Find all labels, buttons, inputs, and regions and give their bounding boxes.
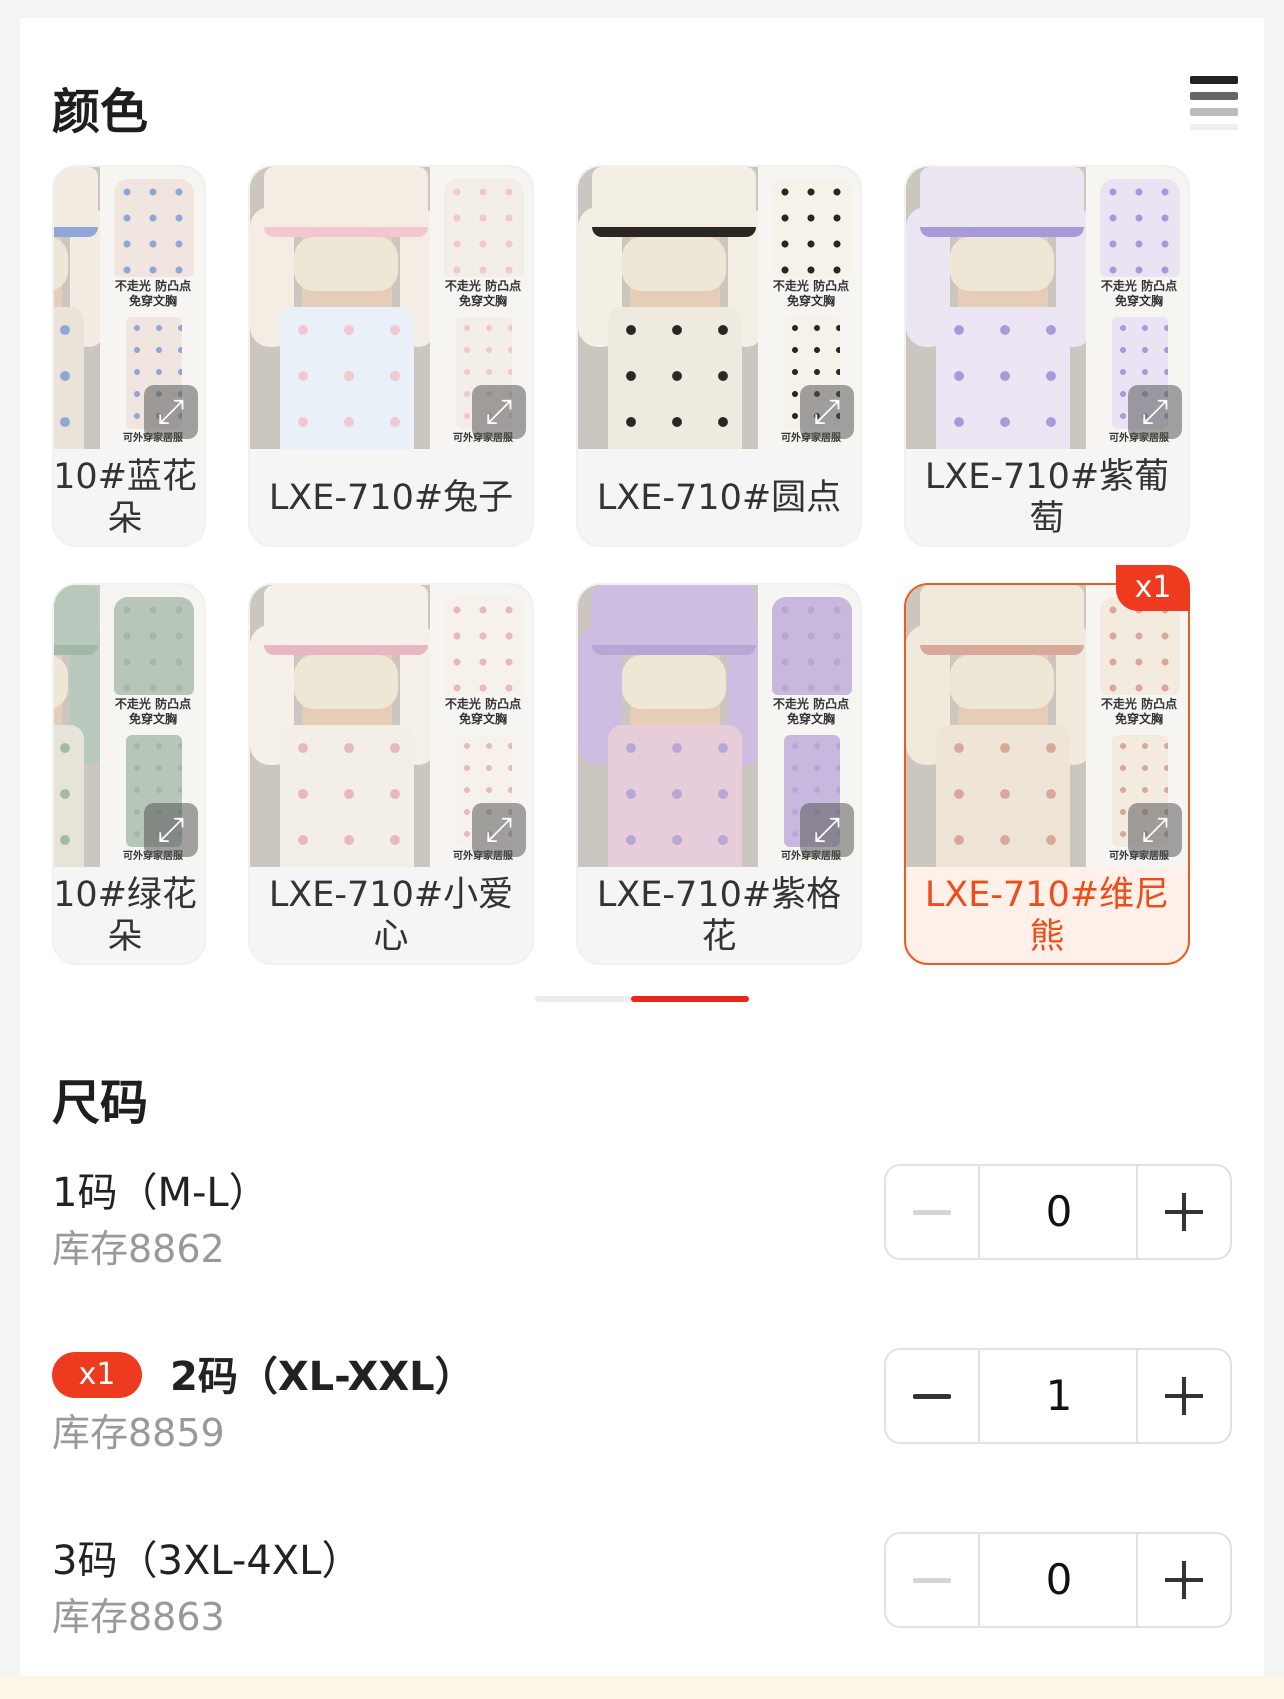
product-image: 不走光 防凸点免穿文胸可外穿家居服⤢: [578, 167, 860, 449]
size-section-title: 尺码: [52, 1075, 149, 1131]
feature-tag: 不走光 防凸点 免穿文胸: [1100, 279, 1178, 308]
expand-icon[interactable]: ⤢: [800, 385, 854, 439]
minus-icon: [913, 1577, 951, 1583]
product-image: 不走光 防凸点免穿文胸可外穿家居服⤢: [906, 585, 1188, 867]
quantity-stepper: 0: [884, 1164, 1232, 1260]
color-option-card[interactable]: 不走光 防凸点免穿文胸可外穿家居服⤢LXE-710#紫葡萄: [904, 165, 1190, 547]
feature-tag: 不走光 防凸点 免穿文胸: [114, 279, 192, 308]
feature-tag: 不走光 防凸点 免穿文胸: [114, 697, 192, 726]
size-row: 1码（M-L） 库存8862 0: [52, 1160, 1232, 1280]
feature-tag: 不走光 防凸点 免穿文胸: [444, 697, 522, 726]
quantity-stepper: 0: [884, 1532, 1232, 1628]
plus-icon: [1165, 1377, 1203, 1415]
expand-icon[interactable]: ⤢: [144, 803, 198, 857]
expand-icon[interactable]: ⤢: [144, 385, 198, 439]
product-image: 不走光 防凸点免穿文胸可外穿家居服⤢: [54, 167, 204, 449]
size-name: 2码（XL-XXL）: [170, 1354, 475, 1400]
model-photo: [906, 585, 1092, 867]
feature-tag: 不走光 防凸点 免穿文胸: [444, 279, 522, 308]
model-photo: [578, 167, 764, 449]
minus-icon: [913, 1393, 951, 1399]
product-image: 不走光 防凸点免穿文胸可外穿家居服⤢: [250, 167, 532, 449]
color-option-label: LXE-710#圆点: [596, 478, 842, 518]
increase-button[interactable]: [1136, 1166, 1230, 1258]
decrease-button[interactable]: [886, 1534, 980, 1626]
feature-tag: 不走光 防凸点 免穿文胸: [772, 697, 850, 726]
stock-text: 库存8862: [52, 1227, 225, 1271]
quantity-value[interactable]: 1: [980, 1350, 1138, 1442]
product-image: 不走光 防凸点免穿文胸可外穿家居服⤢: [54, 585, 204, 867]
quantity-value[interactable]: 0: [980, 1534, 1138, 1626]
feature-tag: 不走光 防凸点 免穿文胸: [772, 279, 850, 308]
selected-count-badge: x1: [52, 1352, 142, 1398]
color-option-label: LXE-710#兔子: [268, 478, 514, 518]
expand-icon[interactable]: ⤢: [472, 803, 526, 857]
carousel-scroll-indicator: [535, 996, 749, 1002]
increase-button[interactable]: [1136, 1534, 1230, 1626]
model-photo: [578, 585, 764, 867]
model-photo: [54, 585, 106, 867]
expand-icon[interactable]: ⤢: [472, 385, 526, 439]
model-photo: [250, 585, 436, 867]
list-view-icon[interactable]: [1190, 76, 1240, 130]
product-image: 不走光 防凸点免穿文胸可外穿家居服⤢: [578, 585, 860, 867]
selected-count-badge: x1: [1116, 565, 1190, 611]
color-option-label: 10#蓝花朵: [53, 457, 197, 539]
size-row: x1 2码（XL-XXL） 库存8859 1: [52, 1344, 1232, 1464]
plus-icon: [1165, 1193, 1203, 1231]
expand-icon[interactable]: ⤢: [1128, 803, 1182, 857]
color-option-card[interactable]: 不走光 防凸点免穿文胸可外穿家居服⤢10#蓝花朵: [52, 165, 206, 547]
expand-icon[interactable]: ⤢: [1128, 385, 1182, 439]
color-section-title: 颜色: [52, 84, 149, 140]
quantity-stepper: 1: [884, 1348, 1232, 1444]
color-option-label: LXE-710#小爱心: [268, 875, 514, 957]
plus-icon: [1165, 1561, 1203, 1599]
color-option-card[interactable]: 不走光 防凸点免穿文胸可外穿家居服⤢LXE-710#小爱心: [248, 583, 534, 965]
color-option-label: LXE-710#紫格花: [596, 875, 842, 957]
color-option-label: 10#绿花朵: [53, 875, 197, 957]
size-name: 3码（3XL-4XL）: [52, 1538, 362, 1584]
increase-button[interactable]: [1136, 1350, 1230, 1442]
minus-icon: [913, 1209, 951, 1215]
decrease-button[interactable]: [886, 1166, 980, 1258]
feature-tag: 不走光 防凸点 免穿文胸: [1100, 697, 1178, 726]
model-photo: [54, 167, 106, 449]
color-option-label: LXE-710#紫葡萄: [924, 457, 1170, 539]
color-option-card[interactable]: 不走光 防凸点免穿文胸可外穿家居服⤢LXE-710#紫格花: [576, 583, 862, 965]
quantity-value[interactable]: 0: [980, 1166, 1138, 1258]
color-option-card[interactable]: 不走光 防凸点免穿文胸可外穿家居服⤢LXE-710#维尼熊: [904, 583, 1190, 965]
model-photo: [906, 167, 1092, 449]
size-name: 1码（M-L）: [52, 1170, 269, 1216]
color-carousel[interactable]: 不走光 防凸点免穿文胸可外穿家居服⤢10#蓝花朵不走光 防凸点免穿文胸可外穿家居…: [52, 163, 1232, 973]
scroll-thumb: [631, 996, 749, 1002]
product-image: 不走光 防凸点免穿文胸可外穿家居服⤢: [250, 585, 532, 867]
stock-text: 库存8859: [52, 1411, 225, 1455]
color-option-card[interactable]: 不走光 防凸点免穿文胸可外穿家居服⤢ LXE-710#圆点: [576, 165, 862, 547]
model-photo: [250, 167, 436, 449]
color-option-card[interactable]: 不走光 防凸点免穿文胸可外穿家居服⤢ LXE-710#兔子: [248, 165, 534, 547]
product-image: 不走光 防凸点免穿文胸可外穿家居服⤢: [906, 167, 1188, 449]
expand-icon[interactable]: ⤢: [800, 803, 854, 857]
color-option-card[interactable]: 不走光 防凸点免穿文胸可外穿家居服⤢10#绿花朵: [52, 583, 206, 965]
bottom-bar-edge: [0, 1676, 1284, 1699]
size-row: 3码（3XL-4XL） 库存8863 0: [52, 1528, 1232, 1648]
decrease-button[interactable]: [886, 1350, 980, 1442]
color-option-label: LXE-710#维尼熊: [924, 875, 1170, 957]
stock-text: 库存8863: [52, 1595, 225, 1639]
